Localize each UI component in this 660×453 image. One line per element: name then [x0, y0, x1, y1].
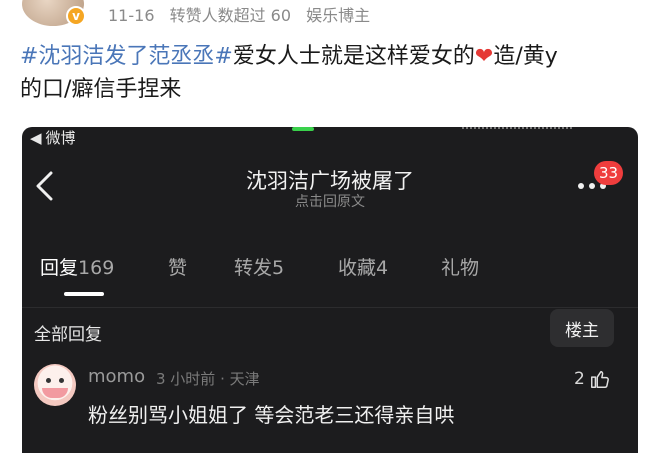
call-indicator — [292, 127, 314, 131]
embedded-screenshot: ◀ 微博 沈羽洁广场被屠了 点击回原文 33 回复169 赞 转发5 收藏4 礼… — [22, 127, 638, 453]
tab-replies-count: 169 — [78, 257, 115, 279]
tab-gifts[interactable]: 礼物 — [441, 253, 479, 280]
status-bar: ◀ 微博 — [30, 127, 76, 148]
hashtag-link[interactable]: #沈羽洁发了范丞丞# — [20, 44, 233, 69]
tab-likes[interactable]: 赞 — [168, 253, 187, 280]
heart-emoji-icon: ❤ — [474, 44, 494, 69]
post-header: v 11-16 转赞人数超过 60 娱乐博主 — [0, 0, 660, 28]
tab-replies-label: 回复 — [40, 257, 79, 279]
all-replies-label: 全部回复 — [34, 325, 102, 345]
comment-username[interactable]: momo — [88, 366, 145, 387]
notification-badge: 33 — [594, 161, 624, 185]
signal-indicator — [462, 127, 572, 131]
verified-icon: v — [66, 6, 86, 26]
post-repost-info: 转赞人数超过 60 — [169, 6, 292, 25]
tab-likes-label: 赞 — [168, 257, 188, 279]
tab-favorites[interactable]: 收藏4 — [338, 253, 388, 280]
tab-reposts-label: 转发 — [234, 257, 273, 279]
comment-meta: 3 小时前 · 天津 — [156, 370, 260, 388]
op-filter-button[interactable]: 楼主 — [550, 309, 614, 347]
post-text: #沈羽洁发了范丞丞#爱女人士就是这样爱女的❤造/黄y 的口/癖信手捏来 — [20, 40, 640, 106]
comment-like-count: 2 — [574, 369, 585, 389]
tab-favorites-count: 4 — [376, 257, 389, 279]
back-to-original-link[interactable]: 点击回原文 — [22, 191, 638, 211]
post-text-line2: 的口/癖信手捏来 — [20, 77, 182, 102]
tab-gifts-label: 礼物 — [441, 257, 480, 279]
post-date: 11-16 — [108, 6, 155, 25]
avatar[interactable] — [34, 364, 76, 406]
tab-reposts-count: 5 — [272, 257, 285, 279]
divider — [22, 307, 638, 308]
status-app-name: 微博 — [45, 129, 76, 147]
active-tab-indicator — [64, 292, 104, 296]
comment-like-button[interactable]: 2 — [574, 368, 611, 390]
tab-replies[interactable]: 回复169 — [40, 253, 114, 280]
comment-text: 粉丝别骂小姐姐了 等会范老三还得亲自哄 — [88, 403, 455, 427]
tab-favorites-label: 收藏 — [338, 257, 377, 279]
post-meta: 11-16 转赞人数超过 60 娱乐博主 — [108, 2, 380, 26]
thumbs-up-icon — [590, 370, 609, 388]
post-text-part1: 爱女人士就是这样爱女的 — [232, 44, 475, 69]
back-app-icon: ◀ — [30, 128, 42, 147]
post-text-part2: 造/黄y — [493, 44, 558, 69]
tab-reposts[interactable]: 转发5 — [234, 253, 284, 280]
author-role: 娱乐博主 — [306, 6, 371, 25]
